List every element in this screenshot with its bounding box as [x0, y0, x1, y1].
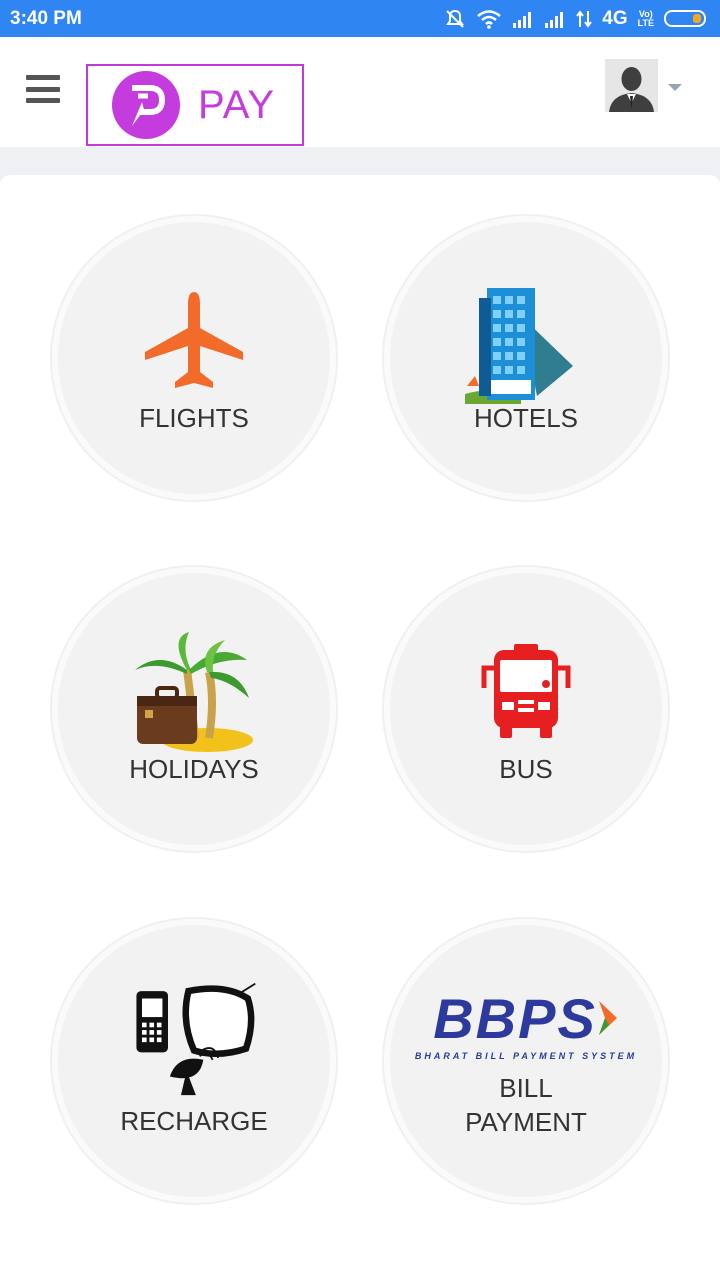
bbps-logo: BBPS BHARAT BILL PAYMENT SYSTEM: [406, 983, 646, 1063]
service-recharge[interactable]: RECHARGE: [58, 925, 330, 1197]
services-panel: FLIGHTS HOTELS HOLIDAYS BUS RECHARGE BBP…: [0, 175, 720, 1280]
signal-icon: [513, 11, 532, 28]
bbps-tagline: BHARAT BILL PAYMENT SYSTEM: [414, 1050, 638, 1061]
hotel-building-icon: [461, 281, 591, 404]
app-logo[interactable]: PAY: [86, 64, 304, 146]
bbps-name: BBPS: [433, 986, 597, 1050]
palm-tree-luggage-icon: [129, 631, 259, 752]
user-avatar[interactable]: [605, 59, 658, 112]
service-flights[interactable]: FLIGHTS: [58, 222, 330, 494]
hamburger-icon[interactable]: [26, 75, 60, 103]
data-arrows-icon: [576, 9, 593, 28]
service-label: BUS: [499, 754, 553, 784]
airplane-icon: [129, 281, 259, 401]
status-bar: 3:40 PM 4G Vo) LTE: [0, 0, 720, 37]
logo-text: PAY: [198, 82, 276, 127]
service-label: HOTELS: [473, 403, 579, 433]
volte-indicator: Vo) LTE: [637, 8, 654, 28]
status-icons: 4G Vo) LTE: [444, 8, 706, 30]
bbps-arrow-icon: [598, 1001, 617, 1035]
service-label: RECHARGE: [120, 1106, 268, 1136]
service-hotels[interactable]: HOTELS: [390, 222, 662, 494]
bus-icon: [461, 632, 591, 752]
service-label: BILL PAYMENT: [465, 1073, 587, 1137]
service-holidays[interactable]: HOLIDAYS: [58, 573, 330, 845]
network-type: 4G: [602, 7, 628, 29]
service-bus[interactable]: BUS: [390, 573, 662, 845]
service-label: FLIGHTS: [139, 403, 249, 433]
phone-tv-dish-icon: [129, 982, 259, 1104]
profile-dropdown-icon[interactable]: [668, 84, 682, 91]
signal-icon: [545, 11, 564, 28]
wifi-icon: [477, 9, 502, 29]
service-bill-payment[interactable]: BBPS BHARAT BILL PAYMENT SYSTEM BILL PAY…: [390, 925, 662, 1197]
app-header: PAY: [0, 37, 720, 147]
battery-icon: [664, 10, 706, 27]
logo-p-icon: [112, 71, 180, 139]
status-time: 3:40 PM: [10, 7, 82, 29]
mute-icon: [446, 9, 465, 28]
service-label: HOLIDAYS: [129, 754, 259, 784]
